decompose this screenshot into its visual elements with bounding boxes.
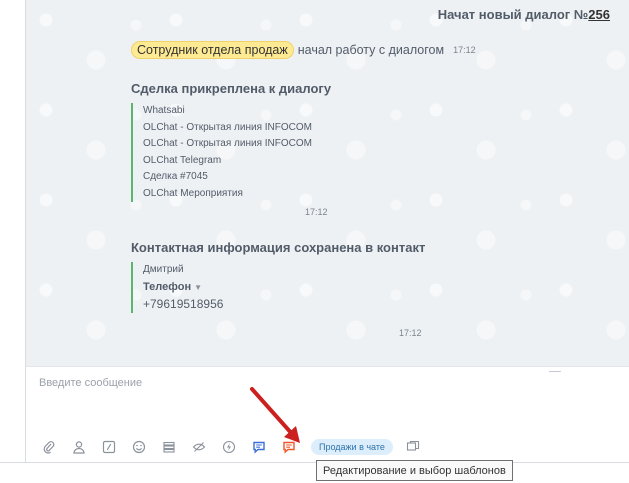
stack-icon[interactable]	[159, 437, 179, 457]
phone-label: Телефон	[143, 280, 192, 293]
window-bottom-border	[0, 462, 629, 463]
sales-chat-chip[interactable]: Продажи в чате	[311, 439, 393, 455]
contact-block-body: Дмитрий Телефон ▼ +79619518956	[131, 262, 223, 313]
deal-block-body: Whatsabi OLChat - Открытая линия INFOCOM…	[131, 103, 312, 202]
message-input[interactable]: Введите сообщение	[39, 377, 142, 389]
resize-handle[interactable]	[549, 371, 561, 372]
contact-name: Дмитрий	[143, 264, 184, 275]
deal-item: Whatsabi	[143, 105, 185, 116]
chat-history: Начат новый диалог №256 Сотрудник отдела…	[26, 0, 629, 366]
role-badge[interactable]: Сотрудник отдела продаж	[131, 41, 294, 59]
role-text: начал работу с диалогом	[297, 43, 445, 57]
contact-phone: +79619518956	[143, 297, 224, 311]
chat-window: Начат новый диалог №256 Сотрудник отдела…	[25, 0, 629, 462]
phone-type-selector[interactable]: Телефон ▼	[143, 279, 223, 297]
chevron-down-icon: ▼	[194, 282, 203, 292]
deal-item: OLChat Мероприятия	[143, 187, 243, 199]
deal-block-title: Сделка прикреплена к диалогу	[131, 81, 332, 96]
paperclip-icon[interactable]	[39, 437, 59, 457]
dialog-start-title: Начат новый диалог №256	[438, 7, 610, 22]
bolt-icon[interactable]	[219, 437, 239, 457]
red-arrow-annotation	[250, 387, 300, 443]
operator-joined-message: Сотрудник отдела продаж начал работу с д…	[131, 41, 476, 59]
contact-block-title: Контактная информация сохранена в контак…	[131, 240, 426, 255]
deal-item: OLChat Telegram	[143, 154, 222, 166]
message-time: 17:12	[399, 328, 422, 338]
message-time: 17:12	[305, 207, 328, 217]
copy-window-icon[interactable]	[403, 437, 423, 457]
dialog-start-prefix: Начат новый диалог №	[437, 7, 589, 22]
message-time: 17:12	[453, 45, 476, 55]
message-input-area[interactable]: Введите сообщение Продажи в чате	[26, 366, 629, 462]
user-icon[interactable]	[69, 437, 89, 457]
smile-icon[interactable]	[129, 437, 149, 457]
template-tooltip: Редактирование и выбор шаблонов	[316, 460, 513, 481]
dialog-number-link[interactable]: 256	[588, 7, 610, 22]
deal-link[interactable]: Сделка #7045	[143, 169, 312, 186]
deal-item: OLChat - Открытая линия INFOCOM	[143, 121, 312, 133]
hidden-icon[interactable]	[189, 437, 209, 457]
deal-item: OLChat - Открытая линия INFOCOM	[143, 138, 312, 149]
slash-icon[interactable]	[99, 437, 119, 457]
input-toolbar: Продажи в чате	[39, 437, 433, 457]
